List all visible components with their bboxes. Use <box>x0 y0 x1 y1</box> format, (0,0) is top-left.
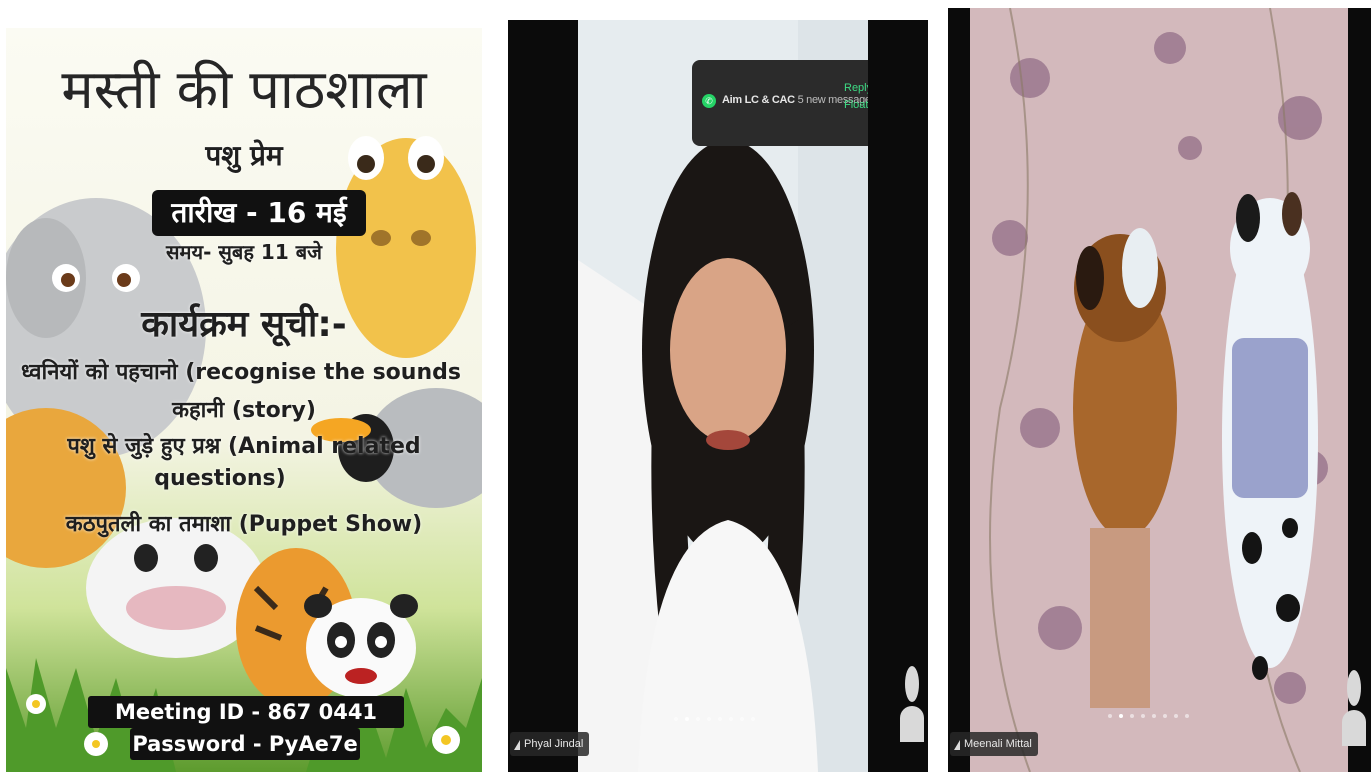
meeting-id: Meeting ID - 867 0441 6620 <box>88 696 404 756</box>
page-indicator <box>674 717 755 721</box>
whatsapp-icon: ✆ <box>702 94 716 108</box>
android-nav-bar <box>948 8 972 772</box>
poster-title: मस्ती की पाठशाला <box>61 58 427 121</box>
android-nav-bar <box>508 20 532 772</box>
poster-panel: मस्ती की पाठशाला पशु प्रेम तारीख - 16 मई… <box>6 28 482 772</box>
participant-video-feed <box>970 8 1348 772</box>
program-item: questions) <box>154 466 286 491</box>
participant-icon[interactable] <box>1342 670 1366 746</box>
program-item: कठपुतली का तमाशा (Puppet Show) <box>65 512 423 537</box>
video-tile-puppets[interactable]: Meenali Mittal <box>948 8 1371 772</box>
notification-sender: Aim LC & CAC <box>722 94 795 106</box>
participant-name-tag: Meenali Mittal <box>950 732 1038 756</box>
meeting-password: Password - PyAe7e <box>130 728 360 760</box>
event-date: तारीख - 16 मई <box>152 190 366 236</box>
program-heading: कार्यक्रम सूची:- <box>141 304 347 345</box>
program-item: कहानी (story) <box>172 398 316 423</box>
event-time: समय- सुबह 11 बजे <box>166 240 322 264</box>
program-item: ध्वनियों को पहचानो (recognise the sounds <box>21 360 461 385</box>
page-indicator <box>1108 714 1189 718</box>
reply-floating-button[interactable]: Reply in Floating <box>844 80 868 114</box>
whatsapp-notification[interactable]: ✆ Aim LC & CAC 5 new messages Reply in F… <box>692 60 868 146</box>
participant-video <box>970 8 1348 772</box>
participant-video: ✆ Aim LC & CAC 5 new messages Reply in F… <box>578 20 868 772</box>
poster-subtitle: पशु प्रेम <box>205 139 283 172</box>
program-item: पशु से जुड़े हुए प्रश्न (Animal related <box>67 434 421 459</box>
video-tile-host[interactable]: ✆ Aim LC & CAC 5 new messages Reply in F… <box>508 20 928 772</box>
participant-name-tag: Phyal Jindal <box>510 732 590 756</box>
participant-icon[interactable] <box>900 666 924 742</box>
